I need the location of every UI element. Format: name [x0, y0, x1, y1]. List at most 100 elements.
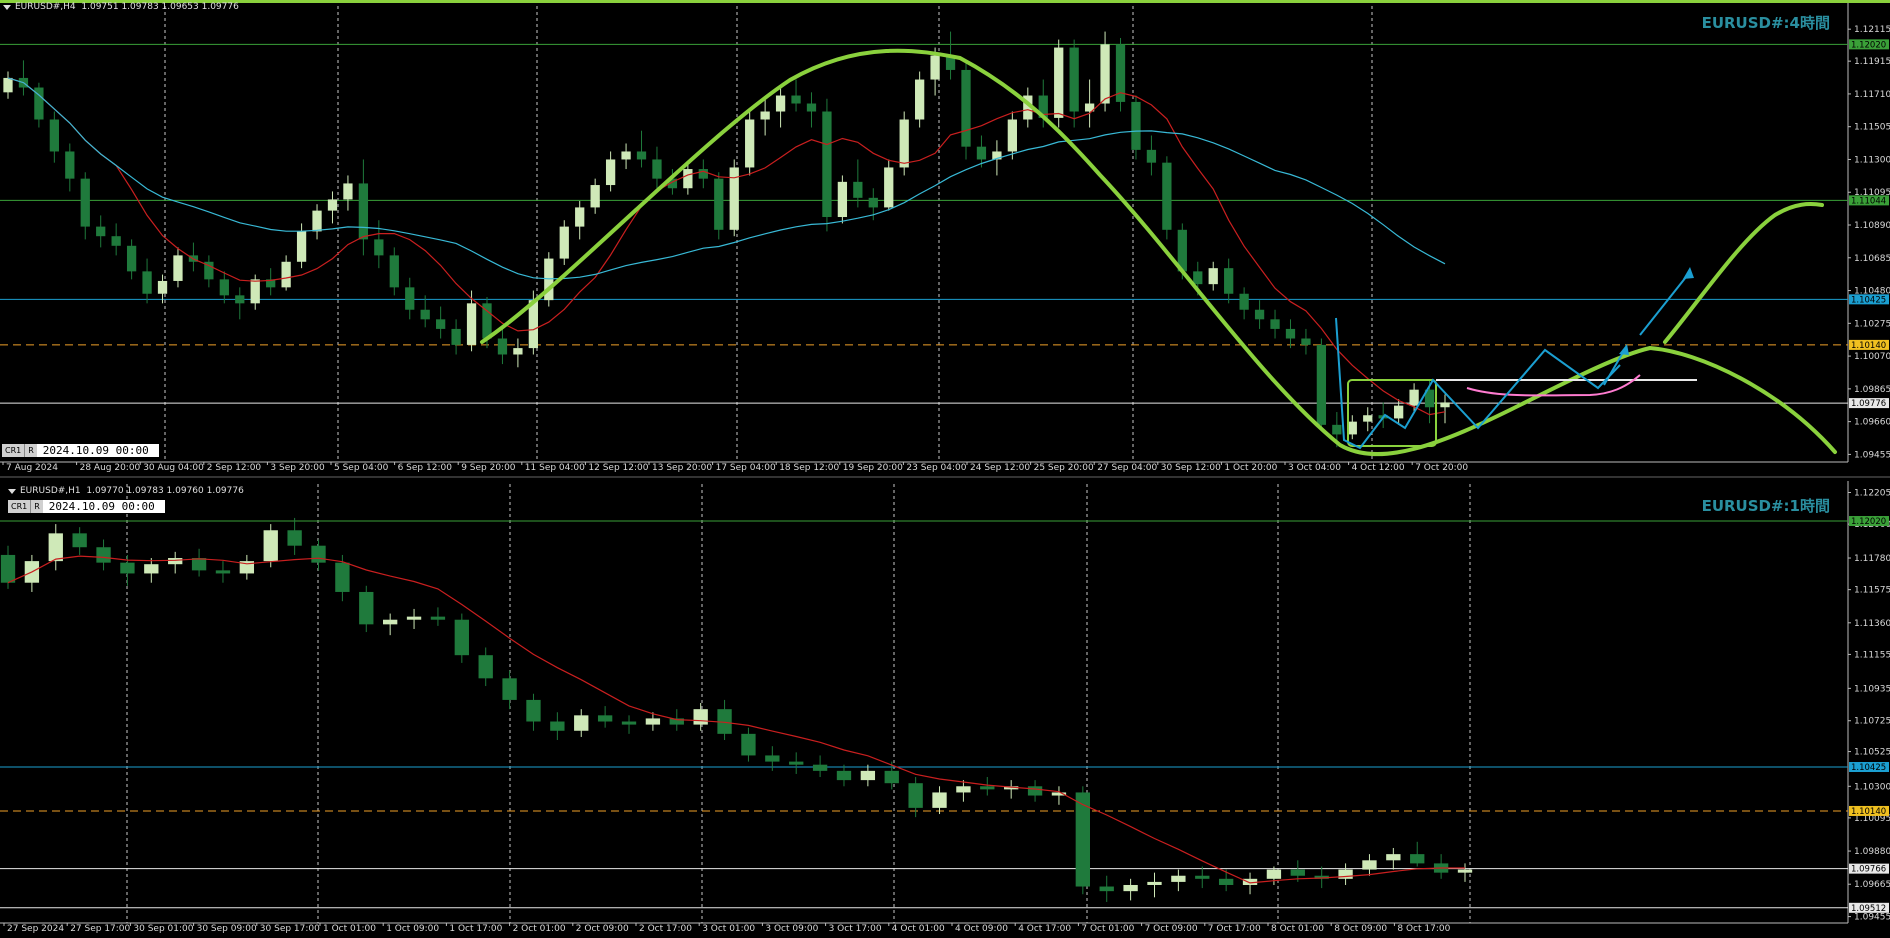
candle-body	[430, 616, 446, 620]
candle-body	[466, 303, 477, 345]
candle-body	[1254, 309, 1265, 320]
panel-separator	[0, 474, 1890, 482]
price-tag-label: 1.12020	[1851, 40, 1886, 50]
cursor-time: 2024.10.09 00:00	[36, 444, 159, 457]
candle-body	[915, 79, 925, 120]
x-tick-label: 1 Oct 17:00	[449, 924, 502, 934]
candle-body	[513, 348, 523, 355]
x-tick-label: 30 Sep 12:00	[1161, 463, 1221, 473]
candle-body	[120, 562, 135, 574]
candle-body	[436, 319, 446, 329]
panel-h4-cursor-box[interactable]: CR1 R 2024.10.09 00:00	[2, 444, 159, 457]
candle-body	[111, 236, 121, 246]
y-tick-label: 1.10890	[1854, 221, 1890, 231]
candle-body	[420, 309, 430, 320]
candle-body	[1239, 293, 1249, 310]
candle-body	[575, 207, 585, 227]
y-tick-label: 1.11575	[1854, 586, 1890, 596]
candle-body	[760, 111, 770, 120]
y-tick-label: 1.11915	[1854, 57, 1890, 67]
candle-body	[1301, 338, 1311, 345]
candle-body	[645, 718, 661, 725]
panel-h4-header[interactable]: EURUSD#,H4 1.09751 1.09783 1.09653 1.097…	[3, 2, 239, 12]
candle-body	[1054, 47, 1064, 118]
candle-body	[636, 151, 647, 160]
y-tick-label: 1.12205	[1854, 488, 1890, 498]
x-tick-label: 8 Oct 09:00	[1334, 924, 1387, 934]
candle-body	[1123, 884, 1138, 892]
candle-body	[1027, 786, 1043, 796]
x-tick-label: 30 Sep 17:00	[260, 924, 320, 934]
x-tick-label: 4 Oct 12:00	[1352, 463, 1405, 473]
x-tick-label: 7 Aug 2024	[6, 463, 58, 473]
x-tick-label: 27 Sep 2024	[7, 924, 64, 934]
candle-body	[96, 547, 111, 563]
zigzag-projection	[1335, 317, 1621, 450]
candle-body	[168, 558, 183, 565]
x-tick-label: 28 Aug 20:00	[80, 463, 141, 473]
x-tick-label: 18 Sep 12:00	[779, 463, 839, 473]
moving-average-slow	[7, 77, 1446, 280]
chart-canvas[interactable]: 1.12115 1.11915 1.11710 1.11505 1.11300 1.110…	[0, 0, 1890, 938]
candle-body	[1131, 101, 1141, 150]
candle-body	[287, 530, 302, 546]
moving-average-fast	[7, 555, 1465, 884]
x-tick-label: 2 Oct 01:00	[513, 924, 566, 934]
candle-body	[605, 159, 616, 186]
x-tick-label: 27 Sep 17:00	[70, 924, 130, 934]
triangle-down-icon[interactable]	[3, 4, 11, 10]
candle-body	[327, 199, 338, 211]
cursor-tag: CR1	[8, 500, 31, 513]
y-tick-label: 1.09865	[1854, 385, 1890, 395]
x-tick-label: 6 Sep 12:00	[398, 463, 453, 473]
x-tick-label: 24 Sep 12:00	[970, 463, 1030, 473]
x-tick-label: 4 Oct 09:00	[955, 924, 1008, 934]
candle-body	[789, 761, 804, 765]
candle-body	[389, 255, 399, 288]
panel-h1-chart: 1.122051.120001.117801.115751.113601.111…	[0, 481, 1890, 934]
candle-body	[219, 279, 229, 296]
price-tag-label: 1.12020	[1851, 517, 1886, 527]
candle-body	[1338, 869, 1353, 879]
x-tick-label: 3 Sep 20:00	[270, 463, 325, 473]
candle-body	[765, 755, 780, 762]
candle-body	[1146, 149, 1157, 163]
candle-body	[884, 167, 894, 208]
y-tick-label: 1.09455	[1854, 450, 1890, 460]
x-tick-label: 4 Oct 17:00	[1018, 924, 1071, 934]
x-tick-label: 1 Oct 09:00	[386, 924, 439, 934]
candle-body	[358, 183, 369, 240]
candle-body	[142, 271, 152, 294]
projection-magenta	[1466, 374, 1641, 397]
x-tick-label: 1 Oct 01:00	[323, 924, 376, 934]
panel-h1-header[interactable]: EURUSD#,H1 1.09770 1.09783 1.09760 1.097…	[8, 486, 244, 496]
triangle-down-icon[interactable]	[8, 488, 16, 494]
y-tick-label: 1.10525	[1854, 748, 1890, 758]
x-tick-label: 23 Sep 04:00	[906, 463, 966, 473]
panel-h1-cursor-box[interactable]: CR1 R 2024.10.09 00:00	[8, 500, 165, 513]
price-tag-label: 1.09776	[1851, 399, 1886, 409]
candle-body	[1316, 344, 1327, 425]
y-tick-label: 1.09880	[1854, 847, 1890, 857]
candle-body	[1270, 319, 1280, 329]
frame-accent-top	[0, 0, 1890, 3]
candle-body	[3, 77, 13, 93]
candle-body	[868, 197, 878, 208]
price-tag-label: 1.09766	[1851, 865, 1886, 875]
x-tick-label: 3 Oct 17:00	[829, 924, 882, 934]
candle-body	[745, 119, 755, 168]
x-tick-label: 7 Oct 17:00	[1208, 924, 1261, 934]
arrow-up-icon	[1683, 267, 1694, 279]
candle-body	[1208, 268, 1218, 285]
x-tick-label: 30 Sep 09:00	[197, 924, 257, 934]
candle-body	[621, 151, 631, 160]
y-tick-label: 1.11505	[1854, 123, 1890, 133]
candle-body	[775, 95, 786, 112]
candle-body	[48, 533, 63, 562]
x-tick-label: 7 Oct 20:00	[1415, 463, 1468, 473]
candle-body	[343, 183, 353, 200]
x-tick-label: 5 Sep 04:00	[334, 463, 389, 473]
x-tick-label: 2 Sep 12:00	[207, 463, 262, 473]
candle-body	[741, 733, 756, 756]
price-tag-label: 1.10425	[1851, 295, 1886, 305]
